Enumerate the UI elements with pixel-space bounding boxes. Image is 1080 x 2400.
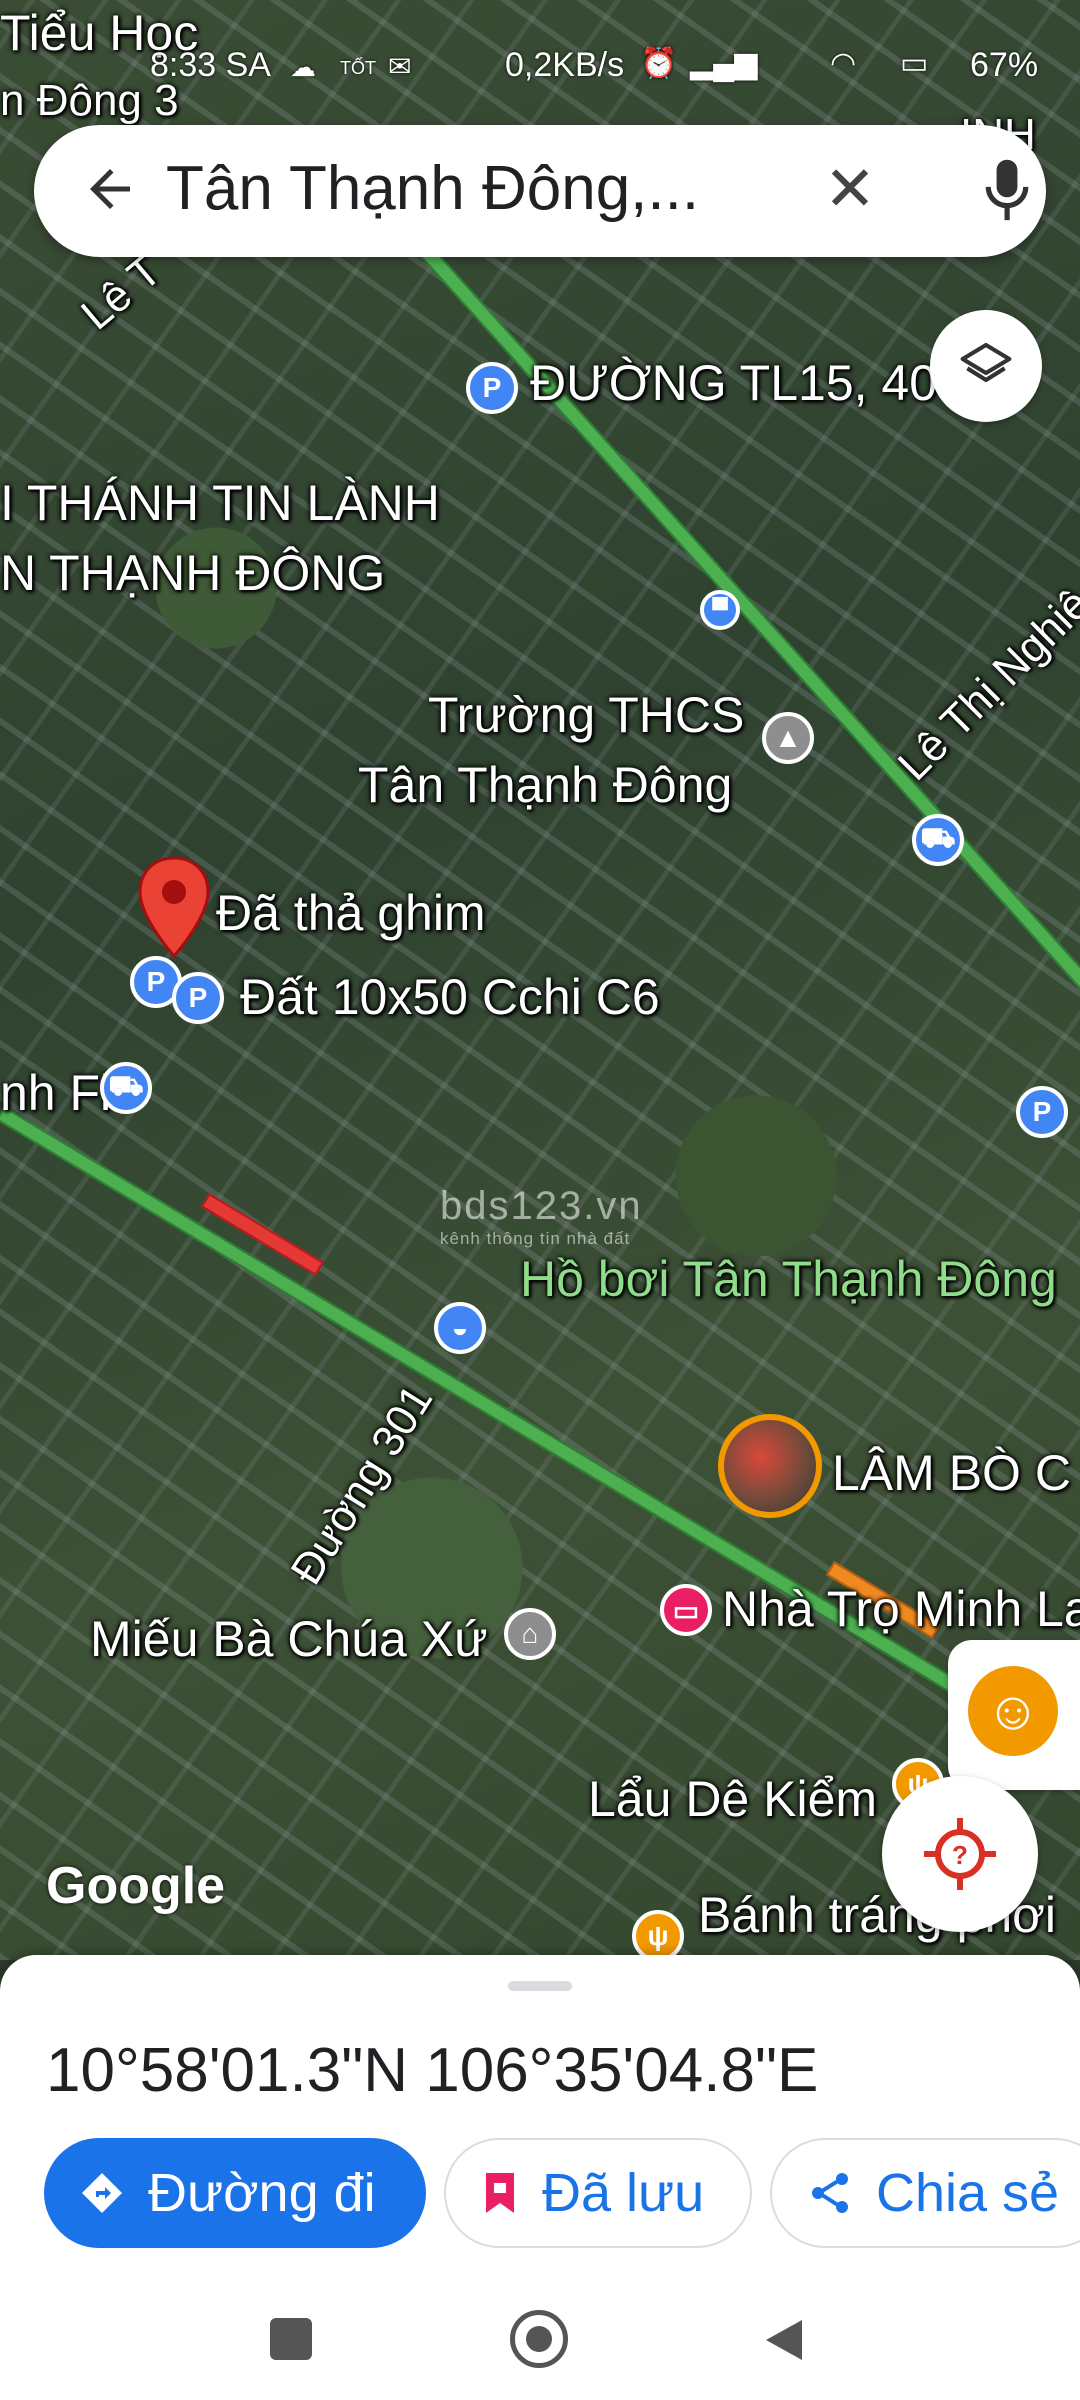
watermark-sub: kênh thông tin nhà đất [440,1229,631,1248]
status-speed: 0,2KB/s [505,46,625,84]
svg-text:?: ? [952,1840,968,1870]
share-label: Chia sẻ [876,2163,1060,2223]
lam-bo-photo-marker[interactable] [718,1414,822,1518]
mail-icon: ✉ [388,51,412,82]
shopping-cart-icon[interactable]: ⛟ [100,1062,152,1114]
alarm-icon: ⏰ [640,47,678,80]
battery-icon: ▭ [900,47,929,80]
shopping-bag-icon[interactable]: ◒ [434,1302,486,1354]
map-label: Lê Thị Nghiê [888,579,1080,790]
map-label: Miếu Bà Chúa Xứ [90,1611,488,1667]
parking-icon[interactable]: P [172,972,224,1024]
status-carrier: TỐT [340,58,376,78]
close-icon[interactable]: ✕ [824,155,876,225]
map-label: Đất 10x50 Cchi C6 [240,969,660,1025]
search-query[interactable]: Tân Thạnh Đông,... [166,153,786,224]
map-label: Tân Thạnh Đông [358,757,733,813]
shopping-cart-icon[interactable]: ⛟ [912,814,964,866]
map-label: Trường THCS [428,687,745,743]
pegman-icon: ☺ [968,1666,1058,1756]
school-icon[interactable]: ▲ [762,712,814,764]
street-view-button[interactable]: ☺ [948,1640,1080,1790]
watermark: bds123.vn kênh thông tin nhà đất [440,1184,643,1249]
location-target-icon: ? [924,1818,996,1890]
map-label: I THÁNH TIN LÀNH [0,475,440,531]
map-view[interactable]: Tiểu Học n Đông 3 Lê T INH ĐƯỜNG TL15, 4… [0,0,1080,1960]
layers-icon [960,342,1012,383]
saved-label: Đã lưu [542,2163,705,2223]
map-label: Lê T [72,245,171,340]
dropped-pin-icon[interactable] [136,856,212,960]
directions-label: Đường đi [148,2163,376,2223]
back-arrow-icon[interactable] [80,159,144,223]
directions-icon [78,2169,126,2217]
signal-icon: ▂▄▆ [690,47,758,80]
recents-button[interactable] [270,2318,312,2360]
search-bar[interactable]: Tân Thạnh Đông,... ✕ [34,125,1046,257]
map-label: N THẠNH ĐÔNG [0,545,386,601]
layers-button[interactable] [930,310,1042,422]
status-time: 8:33 SA [150,46,271,84]
coordinates-text: 10°58'01.3"N 106°35'04.8"E [46,2036,819,2105]
bookmark-icon [480,2169,520,2217]
share-button[interactable]: Chia sẻ [770,2138,1080,2248]
back-button[interactable] [760,2316,806,2364]
google-logo: Google [46,1857,226,1915]
map-label: nh Fi [0,1065,112,1121]
drag-handle[interactable] [508,1981,572,1991]
microphone-icon[interactable] [982,155,1032,227]
bus-stop-icon[interactable]: ▀ [700,590,740,630]
cloud-icon: ☁ [290,52,316,82]
map-label: ĐƯỜNG TL15, 40 [530,355,938,411]
wifi-icon: ◠ [830,47,857,80]
saved-button[interactable]: Đã lưu [444,2138,752,2248]
temple-icon[interactable]: ⌂ [504,1608,556,1660]
map-label: Nhà Trọ Minh La [722,1581,1080,1637]
directions-button[interactable]: Đường đi [44,2138,426,2248]
dropped-pin-label[interactable]: Đã thả ghim [216,884,486,942]
system-nav-bar [0,2290,1080,2400]
map-label: Đường 301 [281,1376,443,1593]
map-label: LÂM BÒ C [832,1445,1071,1501]
home-button[interactable] [510,2310,568,2368]
share-icon [806,2169,854,2217]
watermark-main: bds123.vn [440,1184,643,1228]
parking-icon[interactable]: P [1016,1086,1068,1138]
status-battery: 67% [970,46,1039,84]
status-bar: 8:33 SA ☁ TỐT ✉ 0,2KB/s ⏰ ▂▄▆ ◠ ▭ 67% [0,0,1080,120]
map-label: Lẩu Dê Kiểm [588,1771,878,1827]
parking-icon[interactable]: P [466,362,518,414]
restaurant-icon[interactable]: ψ [632,1910,684,1960]
hotel-icon[interactable]: ▭ [660,1584,712,1636]
map-label: Hồ bơi Tân Thạnh Đông [520,1251,1057,1307]
my-location-button[interactable]: ? [882,1776,1038,1932]
